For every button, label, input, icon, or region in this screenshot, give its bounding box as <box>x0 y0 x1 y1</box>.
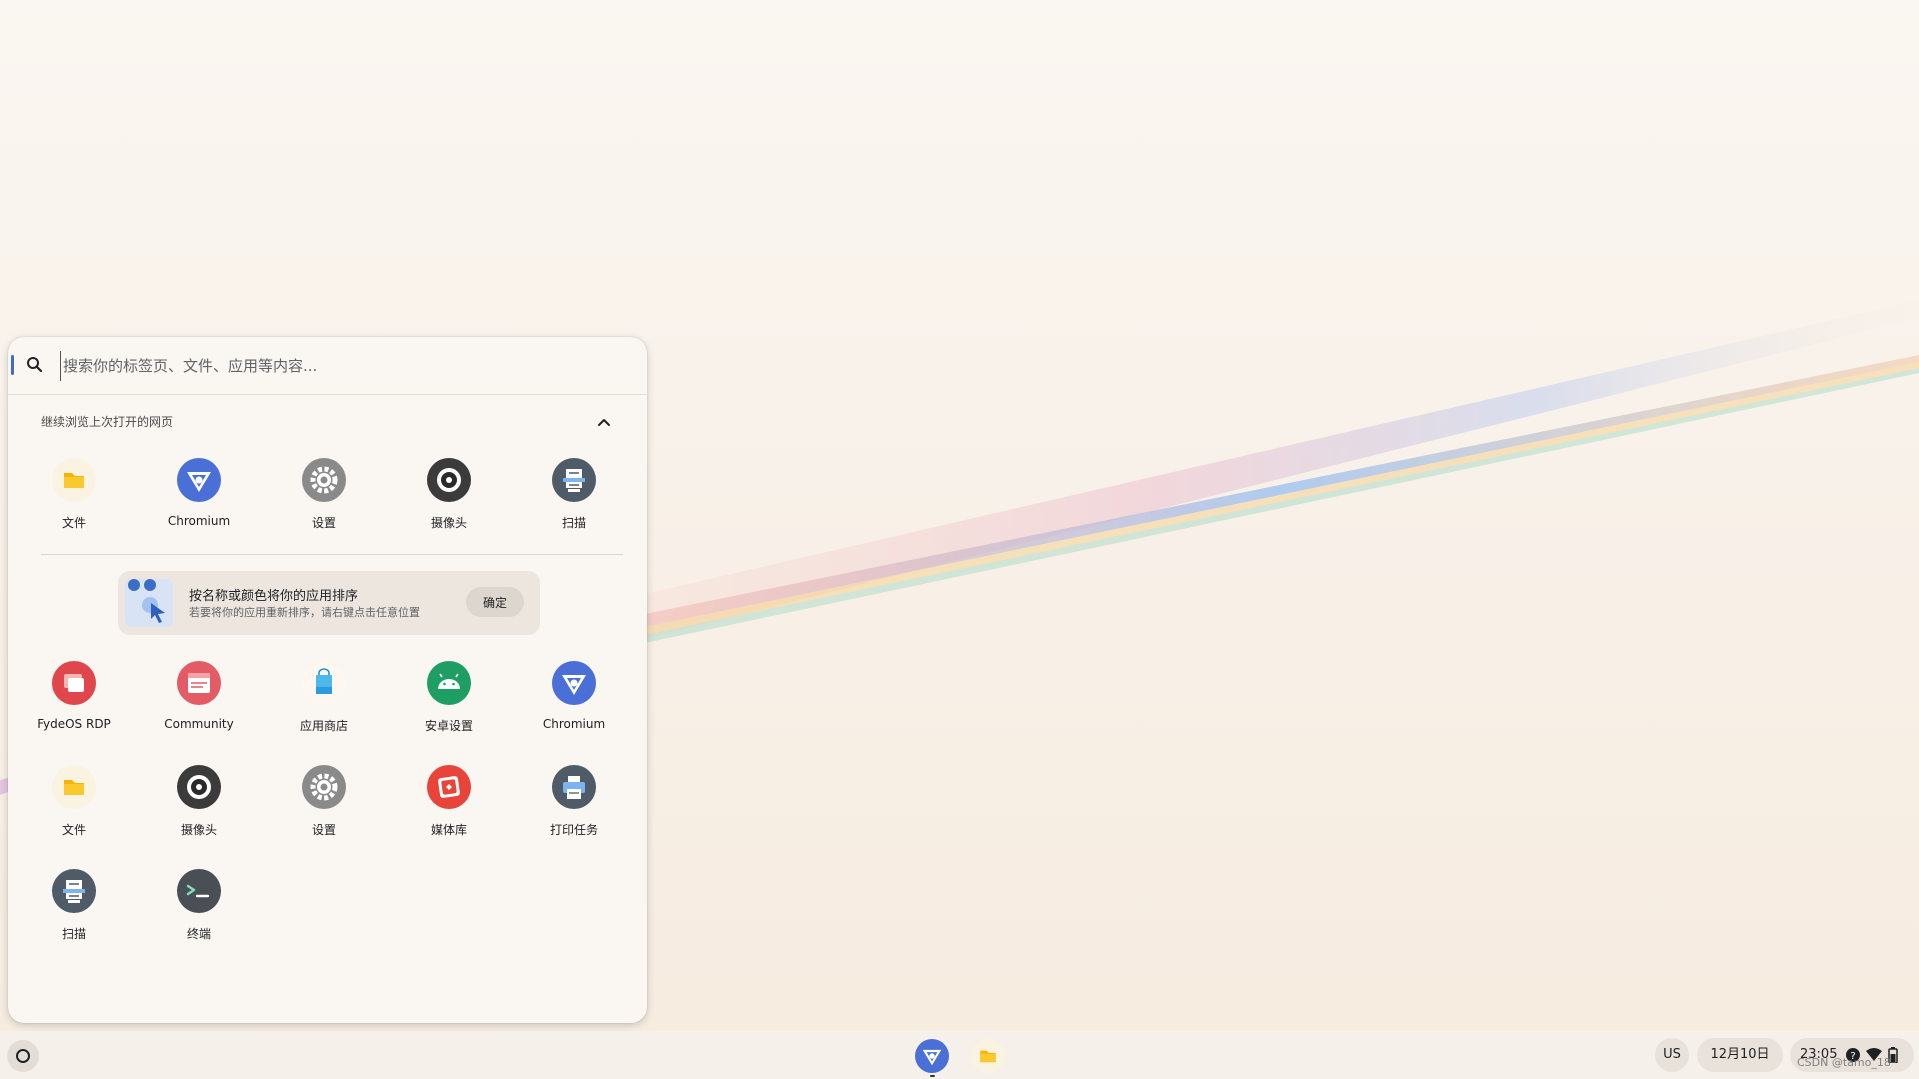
app-label: 摄像头 <box>430 516 467 530</box>
app-community[interactable]: Community <box>139 661 259 741</box>
terminal-icon <box>177 869 221 913</box>
running-indicator <box>930 1075 935 1077</box>
section-divider <box>41 554 623 555</box>
ime-indicator[interactable]: US <box>1655 1038 1689 1072</box>
chevron-up-icon[interactable] <box>592 410 616 434</box>
chromium-icon <box>177 458 221 502</box>
app-label: 媒体库 <box>430 823 467 837</box>
sort-illustration-icon <box>125 579 173 627</box>
camera-icon <box>427 458 471 502</box>
search-icon <box>27 357 43 373</box>
app-camera[interactable]: 摄像头 <box>139 765 259 845</box>
nudge-subtitle: 若要将你的应用重新排序，请右键点击任意位置 <box>189 606 420 619</box>
sort-nudge: 按名称或颜色将你的应用排序 若要将你的应用重新排序，请右键点击任意位置 确定 <box>118 571 540 635</box>
app-files[interactable]: 文件 <box>14 765 134 845</box>
files-icon <box>971 1039 1005 1073</box>
app-settings[interactable]: 设置 <box>264 765 384 845</box>
files-icon <box>52 765 96 809</box>
app-label: 打印任务 <box>549 823 598 837</box>
files-icon <box>52 458 96 502</box>
scan-icon <box>52 869 96 913</box>
app-launcher: 继续浏览上次打开的网页 文件 Chromium 设置 <box>8 337 647 1023</box>
app-label: 文件 <box>61 516 86 530</box>
app-label: Community <box>164 717 234 731</box>
app-label: 文件 <box>61 823 86 837</box>
continue-app-settings[interactable]: 设置 <box>264 458 384 538</box>
app-label: 摄像头 <box>180 823 217 837</box>
focus-indicator <box>11 355 14 375</box>
continue-section-title: 继续浏览上次打开的网页 <box>41 415 174 429</box>
app-label: 设置 <box>311 823 336 837</box>
app-label: 扫描 <box>61 927 86 941</box>
app-gallery[interactable]: 媒体库 <box>389 765 509 845</box>
app-label: Chromium <box>167 514 231 528</box>
nudge-title: 按名称或颜色将你的应用排序 <box>189 589 359 604</box>
settings-gear-icon <box>302 458 346 502</box>
launcher-circle-icon <box>16 1049 30 1063</box>
continue-app-scan[interactable]: 扫描 <box>514 458 634 538</box>
app-label: 扫描 <box>561 516 586 530</box>
launcher-button[interactable] <box>7 1040 39 1072</box>
app-label: 设置 <box>311 516 336 530</box>
fydeos-rdp-icon <box>52 661 96 705</box>
camera-icon <box>177 765 221 809</box>
continue-app-camera[interactable]: 摄像头 <box>389 458 509 538</box>
nudge-confirm-button[interactable]: 确定 <box>466 587 524 617</box>
search-bar <box>8 337 647 395</box>
search-input[interactable] <box>60 351 625 381</box>
app-fydeos-rdp[interactable]: FydeOS RDP <box>14 661 134 741</box>
app-print-jobs[interactable]: 打印任务 <box>514 765 634 845</box>
app-label: 安卓设置 <box>424 719 473 733</box>
android-settings-icon <box>427 661 471 705</box>
continue-app-files[interactable]: 文件 <box>14 458 134 538</box>
shelf: US 12月10日 23:05 ? <box>0 1031 1919 1079</box>
shelf-app-chromium[interactable] <box>915 1039 949 1077</box>
community-icon <box>177 661 221 705</box>
app-android-settings[interactable]: 安卓设置 <box>389 661 509 741</box>
app-chromium[interactable]: Chromium <box>514 661 634 741</box>
chromium-icon <box>552 661 596 705</box>
chromium-icon <box>915 1039 949 1073</box>
app-label: FydeOS RDP <box>37 717 111 731</box>
date-tray[interactable]: 12月10日 <box>1697 1038 1783 1072</box>
app-label: 应用商店 <box>299 719 348 733</box>
app-store[interactable]: 应用商店 <box>264 661 384 741</box>
print-jobs-icon <box>552 765 596 809</box>
app-scan[interactable]: 扫描 <box>14 869 134 949</box>
app-label: 终端 <box>186 927 211 941</box>
scan-icon <box>552 458 596 502</box>
app-store-icon <box>302 661 346 705</box>
continue-app-chromium[interactable]: Chromium <box>139 458 259 538</box>
shelf-app-files[interactable] <box>971 1039 1005 1073</box>
watermark: CSDN @tamo_18 <box>1797 1056 1891 1069</box>
app-terminal[interactable]: 终端 <box>139 869 259 949</box>
settings-gear-icon <box>302 765 346 809</box>
gallery-icon <box>427 765 471 809</box>
app-label: Chromium <box>542 717 606 731</box>
